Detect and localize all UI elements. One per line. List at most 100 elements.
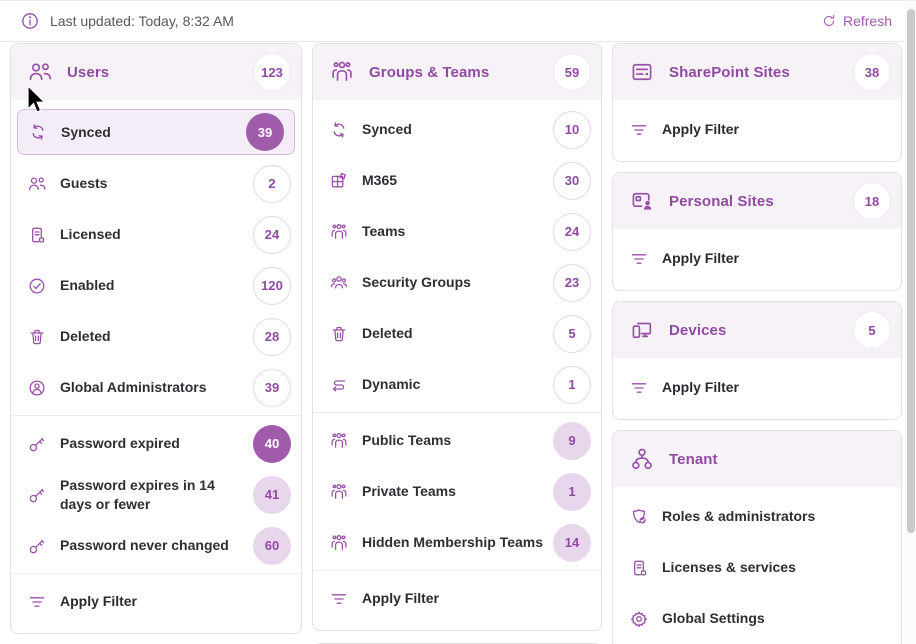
- security-groups-icon: [329, 273, 349, 293]
- item-enabled[interactable]: Enabled120: [11, 260, 301, 311]
- apply-filter-button[interactable]: Apply Filter: [313, 573, 601, 624]
- card-body: Apply Filter: [613, 229, 901, 290]
- sites-column: SharePoint Sites38 Apply Filter Personal …: [612, 43, 902, 644]
- item-hidden-membership-teams[interactable]: Hidden Membership Teams14: [313, 517, 601, 568]
- count-badge: 60: [253, 527, 291, 565]
- count-badge: 59: [553, 53, 591, 91]
- item-label: Hidden Membership Teams: [362, 533, 553, 551]
- groups-and-teams-card-header[interactable]: Groups & Teams59: [313, 44, 601, 100]
- card-body: Synced39Guests2Licensed24Enabled120Delet…: [11, 100, 301, 633]
- personal-sites-card-header[interactable]: Personal Sites18: [613, 173, 901, 229]
- count-badge: 28: [253, 318, 291, 356]
- tenant-card: TenantRoles & administratorsLicenses & s…: [612, 430, 902, 644]
- count-badge: 123: [253, 53, 291, 91]
- item-global-settings[interactable]: Global Settings: [613, 593, 901, 644]
- guests-icon: [27, 174, 47, 194]
- last-updated-text: Last updated: Today, 8:32 AM: [50, 13, 234, 29]
- item-private-teams[interactable]: Private Teams1: [313, 466, 601, 517]
- teams-icon: [329, 222, 349, 242]
- item-label: Global Administrators: [60, 378, 253, 396]
- settings-icon: [629, 609, 649, 629]
- dashboard-content: Users123Synced39Guests2Licensed24Enabled…: [0, 42, 916, 644]
- item-label: Apply Filter: [662, 120, 891, 138]
- item-label: Password never changed: [60, 536, 253, 554]
- item-public-teams[interactable]: Public Teams9: [313, 415, 601, 466]
- filter-icon: [629, 378, 649, 398]
- item-label: Security Groups: [362, 273, 553, 291]
- teams-icon: [329, 482, 349, 502]
- topbar: Last updated: Today, 8:32 AM Refresh: [0, 1, 916, 42]
- users-card-header[interactable]: Users123: [11, 44, 301, 100]
- divider: [313, 412, 601, 413]
- key-icon: [27, 485, 47, 505]
- count-badge: 14: [553, 524, 591, 562]
- filter-icon: [629, 120, 649, 140]
- card-title: Users: [67, 64, 253, 81]
- item-password-never-changed[interactable]: Password never changed60: [11, 520, 301, 571]
- count-badge: 24: [253, 216, 291, 254]
- key-icon: [27, 536, 47, 556]
- item-licensed[interactable]: Licensed24: [11, 209, 301, 260]
- item-teams[interactable]: Teams24: [313, 206, 601, 257]
- item-security-groups[interactable]: Security Groups23: [313, 257, 601, 308]
- count-badge: 40: [253, 425, 291, 463]
- item-synced[interactable]: Synced10: [313, 104, 601, 155]
- card-body: Apply Filter: [613, 358, 901, 419]
- apply-filter-button[interactable]: Apply Filter: [613, 104, 901, 155]
- dashboard-viewport: Last updated: Today, 8:32 AM Refresh Use…: [0, 0, 916, 644]
- tenant-card-header[interactable]: Tenant: [613, 431, 901, 487]
- count-badge: 1: [553, 473, 591, 511]
- item-synced[interactable]: Synced39: [17, 109, 295, 155]
- apply-filter-button[interactable]: Apply Filter: [11, 576, 301, 627]
- item-label: Deleted: [362, 324, 553, 342]
- apply-filter-button[interactable]: Apply Filter: [613, 362, 901, 413]
- item-label: Private Teams: [362, 482, 553, 500]
- item-label: Synced: [362, 120, 553, 138]
- item-dynamic[interactable]: Dynamic1: [313, 359, 601, 410]
- item-password-expired[interactable]: Password expired40: [11, 418, 301, 469]
- info-icon[interactable]: [20, 11, 40, 31]
- count-badge: 41: [253, 476, 291, 514]
- license-icon: [27, 225, 47, 245]
- count-badge: 1: [553, 366, 591, 404]
- count-badge: 2: [253, 165, 291, 203]
- item-licenses-and-services[interactable]: Licenses & services: [613, 542, 901, 593]
- item-label: Licensed: [60, 225, 253, 243]
- item-roles-and-administrators[interactable]: Roles & administrators: [613, 491, 901, 542]
- sharepoint-sites-card-header[interactable]: SharePoint Sites38: [613, 44, 901, 100]
- item-global-administrators[interactable]: Global Administrators39: [11, 362, 301, 413]
- item-label: Enabled: [60, 276, 253, 294]
- divider: [11, 415, 301, 416]
- count-badge: 5: [553, 315, 591, 353]
- count-badge: 30: [553, 162, 591, 200]
- count-badge: 10: [553, 111, 591, 149]
- count-badge: 120: [253, 267, 291, 305]
- filter-icon: [629, 249, 649, 269]
- item-label: Teams: [362, 222, 553, 240]
- sync-icon: [329, 120, 349, 140]
- item-guests[interactable]: Guests2: [11, 158, 301, 209]
- devices-card-header[interactable]: Devices5: [613, 302, 901, 358]
- card-title: SharePoint Sites: [669, 64, 853, 81]
- refresh-button[interactable]: Refresh: [817, 11, 896, 31]
- apply-filter-button[interactable]: Apply Filter: [613, 233, 901, 284]
- card-title: Devices: [669, 322, 853, 339]
- count-badge: 39: [253, 369, 291, 407]
- sync-icon: [28, 122, 48, 142]
- scrollbar-thumb[interactable]: [907, 9, 915, 533]
- card-body: Synced10M36530Teams24Security Groups23De…: [313, 100, 601, 630]
- item-m365[interactable]: M36530: [313, 155, 601, 206]
- filter-icon: [329, 589, 349, 609]
- groups-column: Groups & Teams59Synced10M36530Teams24Sec…: [312, 43, 602, 644]
- personal-sites-card: Personal Sites18Apply Filter: [612, 172, 902, 291]
- item-label: Synced: [61, 123, 246, 141]
- item-deleted[interactable]: Deleted5: [313, 308, 601, 359]
- item-password-expires-in-14-days-or-fewer[interactable]: Password expires in 14 days or fewer41: [11, 469, 301, 520]
- key-icon: [27, 434, 47, 454]
- item-deleted[interactable]: Deleted28: [11, 311, 301, 362]
- count-badge: 39: [246, 113, 284, 151]
- tenant-icon: [629, 446, 655, 472]
- roles-icon: [629, 507, 649, 527]
- item-label: Deleted: [60, 327, 253, 345]
- card-body: Roles & administratorsLicenses & service…: [613, 487, 901, 644]
